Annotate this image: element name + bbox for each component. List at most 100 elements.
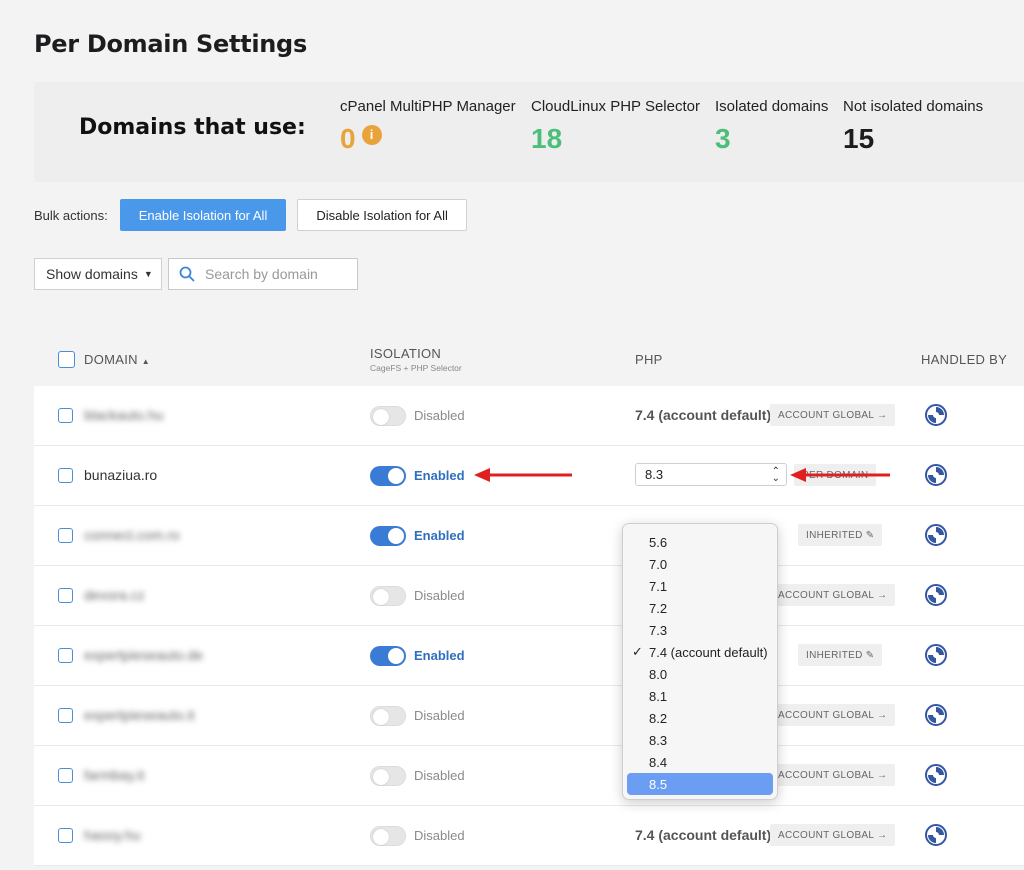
isolation-status: Enabled (414, 468, 465, 483)
row-checkbox[interactable] (58, 828, 73, 843)
table-row: connect.com.ro Enabled INHERITED ✎ (34, 506, 1024, 566)
bulk-actions-label: Bulk actions: (34, 207, 108, 223)
edit-icon: ✎ (865, 529, 875, 541)
php-source-badge[interactable]: ACCOUNT GLOBAL → (770, 404, 896, 426)
table-row: haooy.hu Disabled 7.4 (account default) … (34, 806, 1024, 866)
php-source-badge[interactable]: INHERITED ✎ (798, 524, 883, 546)
row-checkbox[interactable] (58, 528, 73, 543)
php-option[interactable]: 7.2 (627, 597, 773, 619)
checkmark-icon: ✓ (632, 644, 643, 659)
table-row: expertpieseauto.de Enabled INHERITED ✎ (34, 626, 1024, 686)
stat-value: 0 (340, 123, 356, 154)
stat-label: Not isolated domains (843, 98, 984, 115)
domain-column-header[interactable]: DOMAIN ▲ (84, 352, 150, 367)
php-source-badge[interactable]: ACCOUNT GLOBAL → (770, 584, 896, 606)
stats-label: Domains that use: (79, 115, 306, 140)
annotation-arrow-icon (474, 468, 572, 482)
php-source-badge[interactable]: ACCOUNT GLOBAL → (770, 824, 896, 846)
isolation-status: Disabled (414, 768, 465, 783)
isolation-toggle[interactable] (370, 406, 406, 426)
stat-label: cPanel MultiPHP Manager (340, 98, 516, 115)
php-version-select[interactable]: 8.3 ⌃ ⌄ (635, 463, 787, 486)
isolation-status: Enabled (414, 528, 465, 543)
cloudlinux-logo-icon (925, 464, 947, 486)
chevron-updown-icon: ⌃ ⌄ (771, 466, 780, 484)
stat-label: CloudLinux PHP Selector (531, 98, 700, 115)
isolation-subheader: CageFS + PHP Selector (370, 363, 462, 373)
row-checkbox[interactable] (58, 588, 73, 603)
php-version-value: 8.3 (645, 467, 664, 482)
show-domains-dropdown[interactable]: Show domains ▼ (34, 258, 162, 290)
isolation-toggle[interactable] (370, 466, 406, 486)
stats-panel: Domains that use: cPanel MultiPHP Manage… (34, 82, 1024, 182)
isolation-toggle[interactable] (370, 766, 406, 786)
php-option[interactable]: 8.1 (627, 685, 773, 707)
domain-name: devora.cz (84, 587, 145, 603)
select-all-checkbox[interactable] (58, 351, 75, 368)
disable-isolation-all-button[interactable]: Disable Isolation for All (297, 199, 467, 231)
php-option[interactable]: 7.0 (627, 553, 773, 575)
cloudlinux-logo-icon (925, 404, 947, 426)
show-domains-label: Show domains (46, 266, 138, 282)
php-option[interactable]: 5.6 (627, 531, 773, 553)
cloudlinux-logo-icon (925, 824, 947, 846)
stat-value: 18 (531, 123, 563, 154)
domain-name: farmbay.it (84, 767, 145, 783)
domain-name: expertpieseauto.it (84, 707, 195, 723)
stat-multiphp: cPanel MultiPHP Manager 0 i (340, 98, 516, 155)
search-input[interactable] (203, 265, 347, 283)
php-source-badge[interactable]: ACCOUNT GLOBAL → (770, 764, 896, 786)
table-row: bunaziua.ro Enabled 8.3 ⌃⌄ PER DOMAIN (34, 446, 1024, 506)
table-row: expertpieseauto.it Disabled ACCOUNT GLOB… (34, 686, 1024, 746)
isolation-toggle[interactable] (370, 526, 406, 546)
domain-name: connect.com.ro (84, 527, 180, 543)
php-option[interactable]: 7.1 (627, 575, 773, 597)
row-checkbox[interactable] (58, 408, 73, 423)
table-row: farmbay.it Disabled ACCOUNT GLOBAL → (34, 746, 1024, 806)
row-checkbox[interactable] (58, 768, 73, 783)
cloudlinux-logo-icon (925, 644, 947, 666)
edit-icon: ✎ (865, 649, 875, 661)
domains-table: DOMAIN ▲ ISOLATION CageFS + PHP Selector… (34, 330, 1024, 866)
search-box[interactable] (168, 258, 358, 290)
php-option-highlighted[interactable]: 8.5 (627, 773, 773, 795)
isolation-status: Disabled (414, 708, 465, 723)
sort-asc-icon: ▲ (141, 357, 150, 366)
cloudlinux-logo-icon (925, 764, 947, 786)
domain-name: expertpieseauto.de (84, 647, 204, 663)
php-source-badge[interactable]: INHERITED ✎ (798, 644, 883, 666)
php-option-checked[interactable]: ✓ 7.4 (account default) (627, 641, 773, 663)
php-version: 7.4 (account default) (635, 407, 772, 423)
row-checkbox[interactable] (58, 648, 73, 663)
annotation-arrow-icon (790, 468, 890, 482)
php-source-badge[interactable]: ACCOUNT GLOBAL → (770, 704, 896, 726)
isolation-toggle[interactable] (370, 826, 406, 846)
php-column-header: PHP (635, 352, 663, 367)
filters: Show domains ▼ (34, 258, 358, 290)
isolation-toggle[interactable] (370, 586, 406, 606)
php-option[interactable]: 7.3 (627, 619, 773, 641)
bulk-actions: Bulk actions: Enable Isolation for All D… (34, 199, 467, 231)
php-version-dropdown[interactable]: 5.6 7.0 7.1 7.2 7.3 ✓ 7.4 (account defaul… (622, 523, 778, 800)
stat-value: 15 (843, 123, 875, 154)
php-option[interactable]: 8.3 (627, 729, 773, 751)
table-row: devora.cz Disabled ACCOUNT GLOBAL → (34, 566, 1024, 626)
php-option[interactable]: 8.0 (627, 663, 773, 685)
php-option[interactable]: 8.4 (627, 751, 773, 773)
row-checkbox[interactable] (58, 708, 73, 723)
enable-isolation-all-button[interactable]: Enable Isolation for All (119, 199, 287, 231)
stat-php-selector: CloudLinux PHP Selector 18 (531, 98, 700, 155)
page: Per Domain Settings Domains that use: cP… (10, 0, 1024, 870)
isolation-toggle[interactable] (370, 646, 406, 666)
row-checkbox[interactable] (58, 468, 73, 483)
stat-not-isolated: Not isolated domains 15 (843, 98, 983, 155)
isolation-status: Disabled (414, 408, 465, 423)
isolation-status: Disabled (414, 828, 465, 843)
stat-value: 3 (715, 123, 731, 154)
info-icon[interactable]: i (361, 125, 382, 145)
php-option[interactable]: 8.2 (627, 707, 773, 729)
domain-name: bunaziua.ro (84, 467, 158, 483)
isolation-toggle[interactable] (370, 706, 406, 726)
domain-name: blackauto.hu (84, 407, 164, 423)
isolation-status: Disabled (414, 588, 465, 603)
